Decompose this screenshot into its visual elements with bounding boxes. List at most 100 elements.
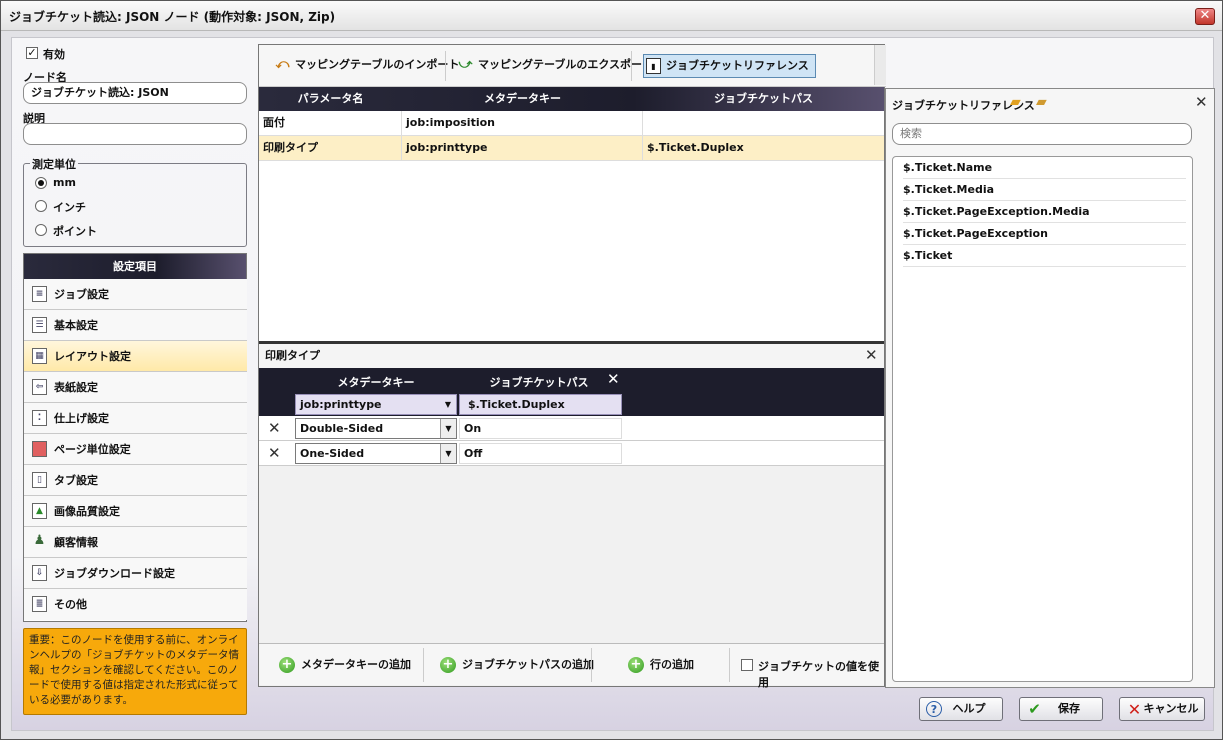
- unit-mm-radio[interactable]: [35, 177, 47, 189]
- nav-item-customer-info[interactable]: ♟ 顧客情報: [24, 527, 247, 558]
- value-mapping-title: 印刷タイプ: [259, 344, 884, 368]
- nav-item-label: 顧客情報: [54, 536, 98, 549]
- unit-inch-radio[interactable]: [35, 200, 47, 212]
- close-icon[interactable]: ✕: [1195, 93, 1208, 111]
- nav-item-finishing-settings[interactable]: ⁚ 仕上げ設定: [24, 403, 247, 434]
- unit-inch-label: インチ: [53, 201, 86, 214]
- finishing-icon: ⁚: [32, 410, 47, 426]
- use-ticket-value-checkbox[interactable]: [741, 659, 753, 671]
- nav-item-label: 表紙設定: [54, 381, 98, 394]
- folder-open-icon[interactable]: ▰: [1010, 94, 1021, 110]
- plus-icon: +: [279, 657, 295, 673]
- nav-item-basic-settings[interactable]: ☰ 基本設定: [24, 310, 247, 341]
- reference-toggle-label: ジョブチケットリファレンス: [666, 59, 809, 72]
- add-row-label: 行の追加: [650, 658, 694, 671]
- settings-header: 設定項目: [24, 254, 246, 279]
- add-metadata-key-button[interactable]: + メタデータキーの追加: [279, 656, 411, 674]
- reference-list: $.Ticket.Name $.Ticket.Media $.Ticket.Pa…: [892, 156, 1193, 682]
- dialog-window: ジョブチケット読込: JSON ノード (動作対象: JSON, Zip) ✕ …: [0, 0, 1223, 740]
- mapping-panel: ⤺ マッピングテーブルのインポート ⤻ マッピングテーブルのエクスポート ▮ ジョブチ…: [258, 44, 886, 689]
- value-key-select[interactable]: Double-Sided ▼: [295, 418, 457, 439]
- nav-item-label: ページ単位設定: [54, 443, 131, 456]
- export-label: マッピングテーブルのエクスポート: [478, 58, 654, 71]
- image-icon: ▲: [32, 503, 47, 519]
- description-field[interactable]: [23, 123, 247, 145]
- ticket-reference-panel: ジョブチケットリファレンス ▰ ▰ ✕ 検索 $.Ticket.Name $.T…: [885, 88, 1215, 688]
- list-item[interactable]: $.Ticket.Media: [903, 179, 1186, 201]
- unit-mm-label: mm: [53, 176, 76, 189]
- mapping-toolbar: ⤺ マッピングテーブルのインポート ⤻ マッピングテーブルのエクスポート ▮ ジョブチ…: [259, 45, 886, 87]
- ticket-path-field[interactable]: $.Ticket.Duplex: [459, 394, 622, 415]
- value-key-select[interactable]: One-Sided ▼: [295, 443, 457, 464]
- param-cell: 印刷タイプ: [259, 136, 402, 161]
- close-icon[interactable]: ✕: [865, 346, 878, 364]
- save-button[interactable]: ✔ 保存: [1019, 697, 1103, 721]
- nav-item-label: ジョブ設定: [54, 288, 109, 301]
- cover-icon: ⇦: [32, 379, 47, 395]
- col-path-label: ジョブチケットパス: [489, 376, 589, 389]
- export-mapping-button[interactable]: ⤻ マッピングテーブルのエクスポート: [456, 54, 653, 78]
- value-field[interactable]: On: [459, 418, 622, 439]
- close-window-button[interactable]: ✕: [1195, 8, 1215, 25]
- table-row[interactable]: 印刷タイプ job:printtype $.Ticket.Duplex: [259, 136, 884, 161]
- param-cell: 面付: [259, 111, 402, 136]
- col-path: ジョブチケットパス: [714, 92, 813, 105]
- folder-delete-icon[interactable]: ▰: [1036, 94, 1047, 110]
- remove-path-icon[interactable]: ✕: [607, 370, 620, 388]
- list-item[interactable]: $.Ticket.Name: [903, 157, 1186, 179]
- enabled-label: 有効: [43, 48, 65, 61]
- nav-item-label: 基本設定: [54, 319, 98, 332]
- list-icon: ☰: [32, 317, 47, 333]
- list-item[interactable]: $.Ticket: [903, 245, 1186, 267]
- ticket-reference-toggle[interactable]: ▮ ジョブチケットリファレンス: [643, 54, 816, 78]
- nav-item-download-settings[interactable]: ⇩ ジョブダウンロード設定: [24, 558, 247, 589]
- footer-divider: [591, 648, 592, 682]
- list-item[interactable]: $.Ticket.PageException.Media: [903, 201, 1186, 223]
- toolbar-scrollbar[interactable]: [874, 45, 886, 85]
- nav-item-image-quality[interactable]: ▲ 画像品質設定: [24, 496, 247, 527]
- nav-item-page-settings[interactable]: ページ単位設定: [24, 434, 247, 465]
- value-mapping-panel: 印刷タイプ ✕ メタデータキー ジョブチケットパス ✕ job:printtyp…: [259, 341, 884, 686]
- path-cell: $.Ticket.Duplex: [647, 141, 744, 154]
- delete-row-icon[interactable]: ✕: [268, 444, 281, 462]
- metadata-key-select[interactable]: job:printtype ▼: [295, 394, 457, 415]
- search-placeholder: 検索: [900, 127, 922, 140]
- import-mapping-button[interactable]: ⤺ マッピングテーブルのインポート: [273, 54, 460, 78]
- nav-item-cover-settings[interactable]: ⇦ 表紙設定: [24, 372, 247, 403]
- nav-item-layout-settings[interactable]: ▦ レイアウト設定: [24, 341, 247, 372]
- nav-item-other[interactable]: ≣ その他: [24, 589, 247, 620]
- enabled-checkbox[interactable]: ✓: [26, 47, 38, 59]
- nav-item-job-settings[interactable]: ≡ ジョブ設定: [24, 279, 247, 310]
- layout-icon: ▦: [32, 348, 47, 364]
- key-cell: job:imposition: [402, 111, 643, 136]
- table-row[interactable]: 面付 job:imposition: [259, 111, 884, 136]
- add-ticket-path-button[interactable]: + ジョブチケットパスの追加: [440, 656, 594, 674]
- mapping-footer: + メタデータキーの追加 + ジョブチケットパスの追加 + 行の追加 ジョブチケットの…: [259, 643, 884, 689]
- value-field[interactable]: Off: [459, 443, 622, 464]
- nav-item-tab-settings[interactable]: ▯ タブ設定: [24, 465, 247, 496]
- col-key: メタデータキー: [484, 92, 561, 105]
- chevron-down-icon: ▼: [440, 419, 456, 438]
- toolbar-divider: [445, 51, 446, 81]
- reference-search-input[interactable]: 検索: [892, 123, 1192, 145]
- node-name-field[interactable]: ジョブチケット読込: JSON: [23, 82, 247, 104]
- delete-row-icon[interactable]: ✕: [268, 419, 281, 437]
- col-param: パラメータ名: [297, 92, 364, 105]
- list-item[interactable]: $.Ticket.PageException: [903, 223, 1186, 245]
- help-button[interactable]: ? ヘルプ: [919, 697, 1003, 721]
- add-row-button[interactable]: + 行の追加: [628, 656, 694, 674]
- units-legend: 測定単位: [30, 156, 78, 172]
- use-ticket-value-label: ジョブチケットの値を使用: [758, 660, 879, 689]
- help-icon: ?: [926, 701, 942, 717]
- download-icon: ⇩: [32, 565, 47, 581]
- footer-divider: [729, 648, 730, 682]
- save-label: 保存: [1058, 702, 1080, 715]
- tab-icon: ▯: [32, 472, 47, 488]
- path-cell: [643, 111, 884, 136]
- nav-item-label: その他: [54, 598, 87, 611]
- value-row: ✕ One-Sided ▼ Off: [259, 441, 884, 466]
- value-key-text: Double-Sided: [300, 422, 384, 435]
- dialog-body: ✓ 有効 ノード名 ジョブチケット読込: JSON 説明 測定単位 mm インチ…: [11, 37, 1215, 731]
- unit-point-radio[interactable]: [35, 224, 47, 236]
- cancel-button[interactable]: ✕ キャンセル: [1119, 697, 1205, 721]
